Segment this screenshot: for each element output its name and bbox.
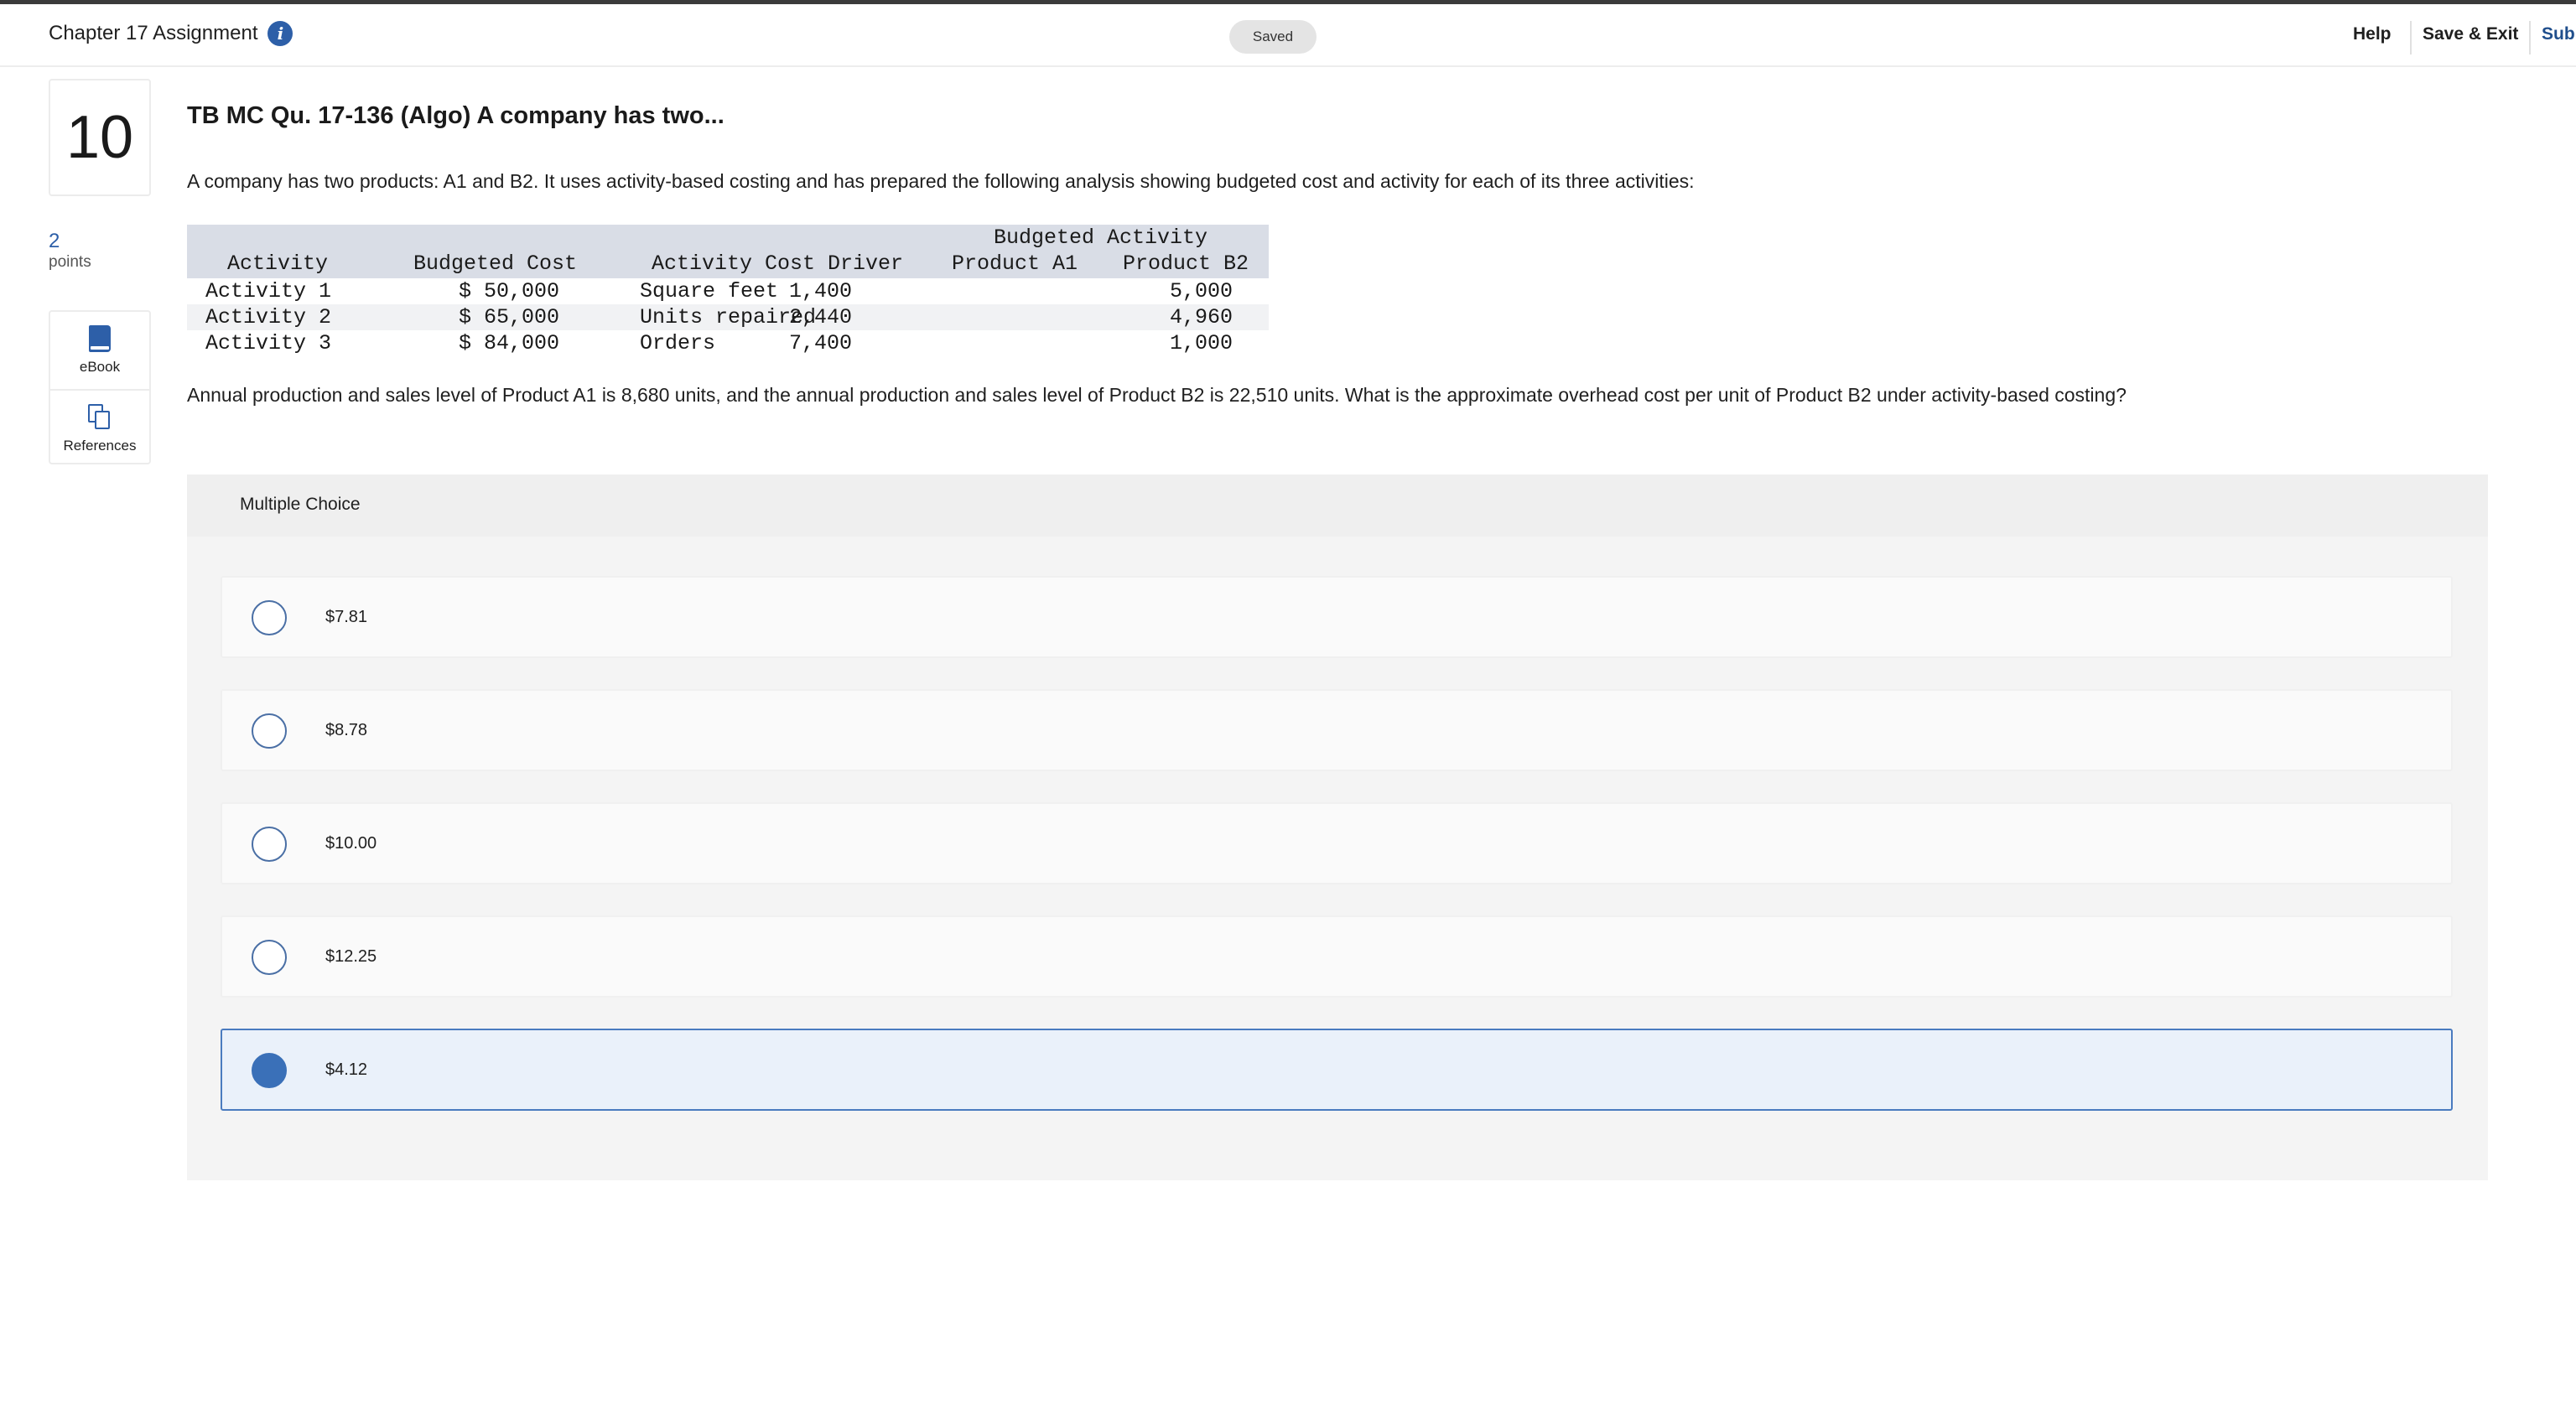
- cell-product-b2: 4,960: [1169, 305, 1233, 329]
- choice-label: $4.12: [325, 1060, 368, 1079]
- radio-button-checked[interactable]: [252, 1053, 287, 1088]
- group-header: Budgeted Activity: [994, 226, 1208, 250]
- cell-product-b2: 1,000: [1169, 331, 1233, 355]
- multiple-choice-header: Multiple Choice: [187, 474, 2488, 537]
- choice-option-selected[interactable]: $4.12: [221, 1029, 2453, 1111]
- radio-button[interactable]: [252, 827, 287, 862]
- activity-table: Budgeted Activity Activity Budgeted Cost…: [187, 225, 1269, 356]
- top-bar: Chapter 17 Assignment i Saved Help Save …: [0, 0, 2576, 67]
- points-value: 2: [49, 230, 60, 252]
- references-button[interactable]: References: [50, 389, 149, 464]
- tools-panel: eBook References: [49, 310, 151, 464]
- references-icon: [88, 404, 112, 431]
- multiple-choice-title: Multiple Choice: [240, 495, 361, 514]
- cell-budgeted-cost: $ 84,000: [459, 331, 560, 355]
- cell-cost-driver: Orders: [640, 331, 716, 355]
- submit-button[interactable]: Submit: [2542, 24, 2576, 44]
- table-row: Activity 3 $ 84,000 Orders 7,400 1,000: [187, 330, 1269, 356]
- cell-product-a1: 1,400: [788, 279, 852, 303]
- radio-button[interactable]: [252, 600, 287, 635]
- choice-option[interactable]: $10.00: [221, 802, 2453, 884]
- choice-option[interactable]: $12.25: [221, 915, 2453, 998]
- save-status-badge: Saved: [1229, 20, 1317, 54]
- cell-budgeted-cost: $ 65,000: [459, 305, 560, 329]
- cell-budgeted-cost: $ 50,000: [459, 279, 560, 303]
- table-row: Activity 2 $ 65,000 Units repaired 2,440…: [187, 304, 1269, 330]
- header-divider: [2529, 21, 2531, 54]
- choice-option[interactable]: $8.78: [221, 689, 2453, 771]
- choice-label: $10.00: [325, 834, 377, 853]
- cell-activity: Activity 2: [205, 305, 332, 329]
- save-exit-button[interactable]: Save & Exit: [2423, 24, 2518, 44]
- multiple-choice-panel: Multiple Choice $7.81 $8.78 $10.00 $12.2…: [187, 474, 2488, 1180]
- question-number: 10: [49, 79, 151, 196]
- references-label: References: [63, 438, 137, 454]
- cell-product-b2: 5,000: [1169, 279, 1233, 303]
- cell-activity: Activity 1: [205, 279, 332, 303]
- choice-label: $7.81: [325, 608, 368, 626]
- ebook-button[interactable]: eBook: [50, 312, 149, 387]
- radio-button[interactable]: [252, 940, 287, 975]
- cell-activity: Activity 3: [205, 331, 332, 355]
- choice-label: $12.25: [325, 947, 377, 966]
- column-header-budgeted-cost: Budgeted Cost: [413, 251, 578, 276]
- cell-product-a1: 2,440: [788, 305, 852, 329]
- table-header: Budgeted Activity Activity Budgeted Cost…: [187, 225, 1269, 278]
- cell-product-a1: 7,400: [788, 331, 852, 355]
- radio-button[interactable]: [252, 713, 287, 749]
- cell-cost-driver: Square feet: [640, 279, 779, 303]
- column-header-product-a1: Product A1: [952, 251, 1078, 276]
- header-divider: [2410, 21, 2412, 54]
- column-header-product-b2: Product B2: [1123, 251, 1249, 276]
- column-header-cost-driver: Activity Cost Driver: [652, 251, 904, 276]
- table-row: Activity 1 $ 50,000 Square feet 1,400 5,…: [187, 278, 1269, 304]
- assignment-title-text: Chapter 17 Assignment: [49, 22, 258, 44]
- ebook-label: eBook: [79, 359, 121, 375]
- help-button[interactable]: Help: [2353, 24, 2392, 44]
- book-icon: [89, 325, 111, 352]
- column-header-activity: Activity: [227, 251, 329, 276]
- question-intro: A company has two products: A1 and B2. I…: [187, 170, 1695, 192]
- question-heading: TB MC Qu. 17-136 (Algo) A company has tw…: [187, 102, 724, 129]
- question-prompt: Annual production and sales level of Pro…: [187, 384, 2127, 406]
- points-label: points: [49, 253, 91, 271]
- choice-option[interactable]: $7.81: [221, 576, 2453, 658]
- info-icon[interactable]: i: [267, 21, 293, 46]
- assignment-title: Chapter 17 Assignment i: [49, 21, 293, 46]
- choice-label: $8.78: [325, 721, 368, 739]
